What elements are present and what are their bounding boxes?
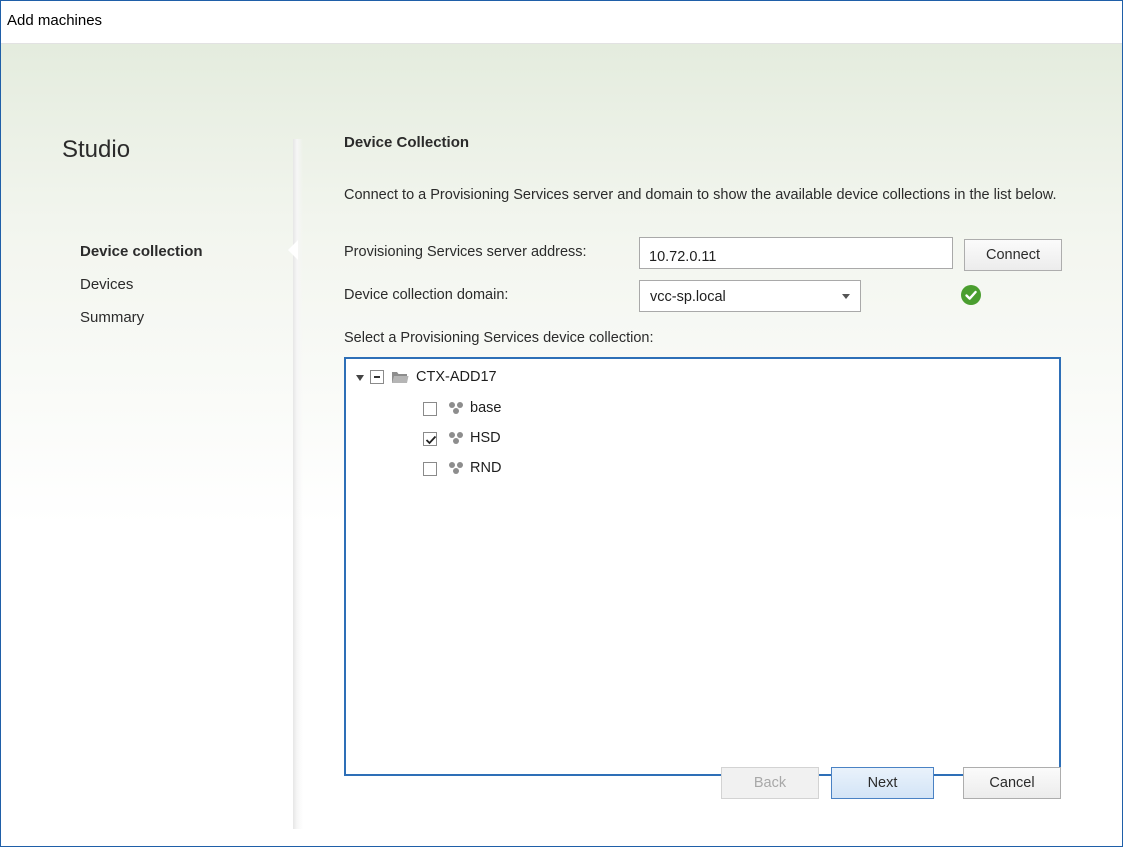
dropdown-chevron-icon	[842, 294, 850, 299]
tree-node-root[interactable]: CTX-ADD17	[346, 368, 646, 390]
device-group-icon	[448, 461, 465, 475]
device-group-icon	[448, 431, 465, 445]
root-checkbox[interactable]	[370, 370, 384, 384]
cancel-button[interactable]: Cancel	[963, 767, 1061, 799]
folder-icon	[391, 370, 409, 384]
checkbox-rnd[interactable]	[423, 462, 437, 476]
checkbox-base[interactable]	[423, 402, 437, 416]
back-button[interactable]: Back	[721, 767, 819, 799]
server-address-label: Provisioning Services server address:	[344, 244, 587, 260]
active-step-pointer	[288, 240, 298, 260]
page-title: Device Collection	[344, 134, 470, 151]
collection-list-label: Select a Provisioning Services device co…	[344, 330, 654, 346]
device-group-icon	[448, 401, 465, 415]
tree-node-label: base	[470, 400, 502, 416]
add-machines-window: Add machines Studio Device collection De…	[0, 0, 1123, 847]
studio-brand: Studio	[62, 136, 131, 163]
checkbox-hsd[interactable]	[423, 432, 437, 446]
checkmark-icon	[961, 285, 981, 305]
tree-node-label: RND	[470, 460, 502, 476]
domain-selected-value: vcc-sp.local	[650, 289, 726, 305]
step-devices[interactable]: Devices	[80, 275, 203, 308]
domain-dropdown[interactable]: vcc-sp.local	[639, 280, 861, 312]
tree-node-base[interactable]: base	[346, 399, 646, 421]
tree-node-label: HSD	[470, 430, 501, 446]
next-button[interactable]: Next	[831, 767, 934, 799]
page-description: Connect to a Provisioning Services serve…	[344, 187, 1057, 203]
connect-button[interactable]: Connect	[964, 239, 1062, 271]
step-summary[interactable]: Summary	[80, 308, 203, 341]
tree-node-label: CTX-ADD17	[416, 369, 497, 385]
wizard-steps: Device collection Devices Summary	[80, 242, 203, 341]
tree-node-rnd[interactable]: RND	[346, 459, 646, 481]
step-device-collection[interactable]: Device collection	[80, 242, 203, 275]
wizard-sidebar: Studio Device collection Devices Summary	[1, 44, 293, 846]
expander-icon[interactable]	[356, 375, 364, 381]
domain-label: Device collection domain:	[344, 287, 509, 303]
server-address-input[interactable]	[639, 237, 953, 269]
wizard-body: Studio Device collection Devices Summary…	[1, 44, 1122, 846]
tree-node-hsd[interactable]: HSD	[346, 429, 646, 451]
title-bar: Add machines	[1, 1, 1122, 44]
device-collection-tree[interactable]: CTX-ADD17 base HSD RND	[344, 357, 1061, 776]
window-title: Add machines	[7, 12, 103, 29]
